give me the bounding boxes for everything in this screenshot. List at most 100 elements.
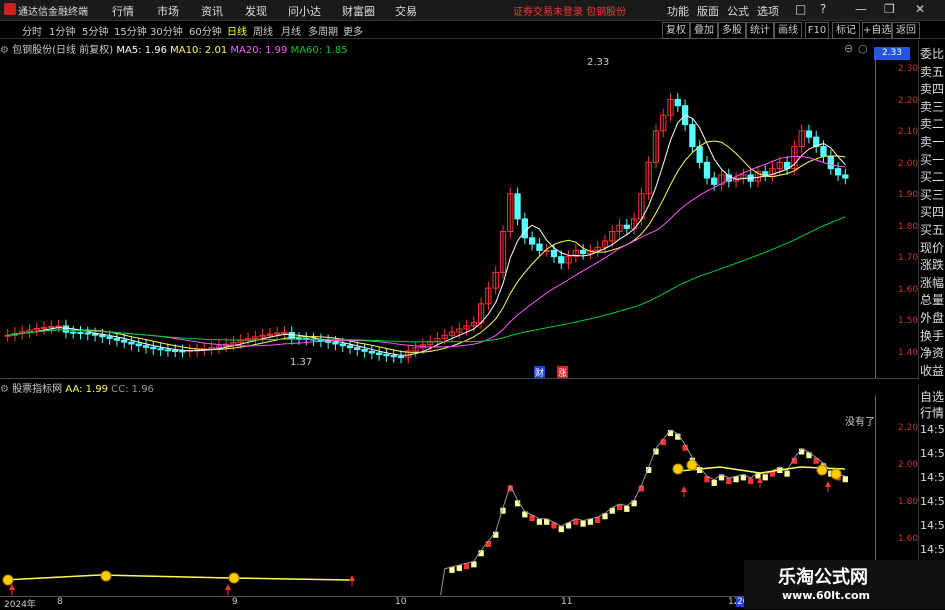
price-tick: 2.30 [898, 64, 919, 74]
indicator-bar [580, 520, 586, 527]
period-15min[interactable]: 15分钟 [114, 23, 147, 38]
candle-body [84, 332, 91, 335]
zoom-out-icon[interactable]: ⊖ [844, 42, 853, 55]
zoom-in-icon[interactable]: ○ [858, 42, 868, 55]
order-book-label: 买一 [920, 152, 945, 167]
back-button[interactable]: 返回 [892, 22, 920, 39]
cc-label: CC: 1.96 [111, 384, 154, 395]
tick-time: 14:50 [920, 519, 945, 532]
candle-body [150, 346, 157, 350]
candle-body [842, 174, 849, 179]
candle-body [805, 130, 813, 138]
candle-body [281, 331, 288, 334]
candle-body [514, 193, 521, 220]
aa-label: AA: 1.99 [65, 384, 108, 395]
period-30min[interactable]: 30分钟 [150, 23, 183, 38]
order-book-label: 委比 [920, 47, 945, 61]
period-1min[interactable]: 1分钟 [49, 23, 75, 38]
help-icon[interactable]: ? [820, 2, 826, 16]
indicator-tick: 1.80 [898, 497, 919, 507]
period-60min[interactable]: 60分钟 [189, 23, 222, 38]
candle-body [128, 341, 135, 345]
order-book-label: 买五 [920, 223, 945, 237]
kline-chart[interactable] [0, 56, 875, 376]
price-tick: 1.80 [898, 221, 919, 232]
app-title: 通达信金融终端 [18, 7, 88, 18]
menu-banmian[interactable]: 版面 [697, 3, 719, 19]
indicator-name[interactable]: 股票指标网 [12, 384, 62, 395]
order-book-label: 卖二 [920, 117, 945, 132]
indicator-settings-icon[interactable]: ⚙ [0, 384, 9, 395]
order-book-label: 现价 [920, 240, 945, 255]
order-book-label: 外盘 [920, 311, 945, 325]
multi-stock-button[interactable]: 多股 [718, 22, 746, 39]
period-multi[interactable]: 多周期 [308, 23, 338, 38]
order-book-label: 卖一 [920, 135, 945, 149]
indicator-bar [762, 474, 768, 481]
aa-line [3, 574, 351, 581]
indicator-bar [711, 479, 717, 486]
price-tick: 2.00 [898, 158, 919, 169]
candle-body [70, 331, 77, 334]
fuquan-button[interactable]: 复权 [662, 22, 690, 39]
skin-icon[interactable]: □ [795, 2, 806, 16]
indicator-tick: 2.20 [898, 423, 919, 433]
menu-faxian[interactable]: 发现 [245, 3, 267, 19]
menu-jiaoyi[interactable]: 交易 [395, 3, 417, 19]
overlay-button[interactable]: 叠加 [690, 22, 718, 39]
period-monthly[interactable]: 月线 [281, 23, 301, 38]
ma5-label: MA5: 1.96 [116, 45, 167, 56]
indicator-bar [784, 470, 790, 477]
stock-settings-icon[interactable]: ⚙ [0, 45, 9, 56]
candle-body [274, 332, 281, 335]
login-warning[interactable]: 证券交易未登录 包钢股份 [513, 3, 626, 18]
draw-button[interactable]: 画线 [774, 22, 802, 39]
menu-wenxiaoda[interactable]: 问小达 [288, 3, 321, 19]
menu-zixun[interactable]: 资讯 [201, 3, 223, 19]
minimize-icon[interactable]: — [855, 2, 867, 16]
period-daily[interactable]: 日线 [227, 23, 247, 38]
order-book-label: 收益 [920, 363, 945, 378]
indicator-bar [558, 526, 564, 533]
smiley-icon [686, 459, 698, 471]
order-book-label: 买四 [920, 205, 945, 220]
order-book-label: 涨幅 [920, 275, 945, 290]
candle-body [62, 325, 70, 333]
menu-gongneng[interactable]: 功能 [667, 3, 689, 19]
mark-button[interactable]: 标记 [832, 22, 860, 39]
menu-shichang[interactable]: 市场 [157, 3, 179, 19]
candle-body [91, 333, 99, 336]
ma5-line [7, 114, 846, 356]
tab-hangqing[interactable]: 行情 [920, 404, 944, 421]
menu-gongshi[interactable]: 公式 [727, 3, 749, 19]
candle-body [623, 224, 630, 229]
ma10-line [7, 140, 846, 353]
period-5min[interactable]: 5分钟 [82, 23, 108, 38]
price-tick: 1.40 [898, 347, 919, 358]
tick-time: 14:50 [920, 495, 945, 508]
smiley-icon [2, 574, 14, 586]
order-book-label: 总量 [920, 293, 945, 308]
indicator-tick: 1.60 [898, 534, 919, 544]
candle-body [157, 348, 164, 351]
close-icon[interactable]: ✕ [915, 2, 925, 16]
menu-xuanxiang[interactable]: 选项 [757, 3, 779, 19]
period-weekly[interactable]: 周线 [253, 23, 273, 38]
add-watchlist-button[interactable]: +自选 [862, 22, 892, 39]
restore-icon[interactable]: ❐ [884, 2, 895, 16]
tab-zixuan[interactable]: 自选 [920, 388, 944, 405]
cc-line [440, 429, 846, 595]
ma60-line [7, 216, 846, 343]
stats-button[interactable]: 统计 [746, 22, 774, 39]
x-label-oct: 10 [395, 597, 407, 607]
period-more[interactable]: 更多 [343, 23, 363, 38]
f10-button[interactable]: F10 [805, 22, 829, 39]
price-tick: 2.10 [898, 127, 919, 137]
period-fenshi[interactable]: 分时 [22, 23, 42, 38]
ma60-label: MA60: 1.85 [290, 45, 348, 56]
menu-hangqing[interactable]: 行情 [112, 3, 134, 19]
tick-time: 14:50 [920, 423, 945, 436]
watermark-title: 乐淘公式网 [778, 567, 868, 588]
menu-caifuquan[interactable]: 财富圈 [342, 3, 375, 19]
indicator-bar [842, 476, 848, 483]
